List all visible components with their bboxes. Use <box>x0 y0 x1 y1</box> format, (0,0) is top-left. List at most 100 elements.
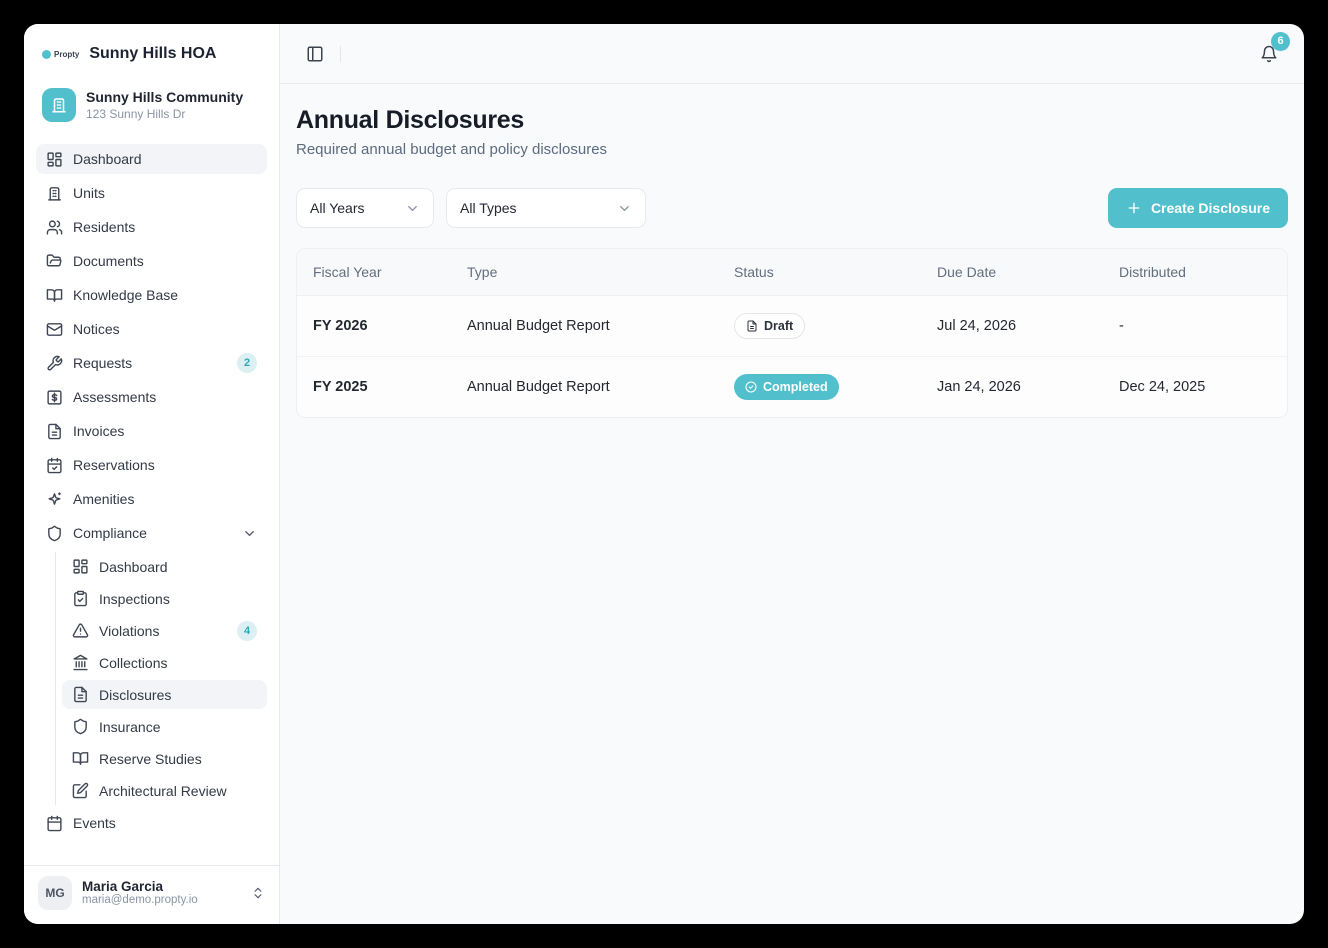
file-text-icon <box>46 423 63 440</box>
column-header-fiscal-year: Fiscal Year <box>297 249 451 296</box>
sidebar-item-residents[interactable]: Residents <box>36 212 267 242</box>
clipboard-check-icon <box>72 590 89 607</box>
sidebar-subitem-insurance[interactable]: Insurance <box>62 712 267 741</box>
dashboard-grid-icon <box>46 151 63 168</box>
count-badge: 4 <box>237 621 257 641</box>
sidebar-toggle-button[interactable] <box>302 41 328 67</box>
sidebar-subnav-compliance: Dashboard Inspections Violations4 Collectio… <box>55 552 267 805</box>
sidebar-item-label: Units <box>73 185 257 201</box>
cell-status: Draft <box>718 296 921 357</box>
year-filter-select[interactable]: All Years <box>296 188 434 228</box>
cell-due-date: Jan 24, 2026 <box>921 357 1103 418</box>
sidebar-item-compliance[interactable]: Compliance <box>36 518 267 548</box>
notifications-button[interactable]: 6 <box>1256 41 1282 67</box>
warning-triangle-icon <box>72 622 89 639</box>
mail-icon <box>46 321 63 338</box>
column-header-due-date: Due Date <box>921 249 1103 296</box>
sidebar-item-label: Collections <box>99 655 257 671</box>
sidebar-subitem-architectural-review[interactable]: Architectural Review <box>62 776 267 805</box>
status-badge: Completed <box>734 374 839 400</box>
sidebar-item-label: Events <box>73 815 257 831</box>
user-name: Maria Garcia <box>82 879 241 895</box>
sidebar-subitem-violations[interactable]: Violations4 <box>62 616 267 645</box>
sidebar-item-label: Architectural Review <box>99 783 257 799</box>
plus-icon <box>1126 200 1142 216</box>
file-text-icon <box>72 686 89 703</box>
building-icon <box>46 185 63 202</box>
user-menu[interactable]: MG Maria Garcia maria@demo.propty.io <box>24 865 279 912</box>
page-subtitle: Required annual budget and policy disclo… <box>296 141 1288 158</box>
book-open-icon <box>46 287 63 304</box>
sidebar-item-amenities[interactable]: Amenities <box>36 484 267 514</box>
sidebar-item-dashboard[interactable]: Dashboard <box>36 144 267 174</box>
create-disclosure-label: Create Disclosure <box>1151 200 1270 216</box>
brand-name: Propty <box>54 50 79 59</box>
building-icon <box>42 88 76 122</box>
sidebar-subitem-disclosures[interactable]: Disclosures <box>62 680 267 709</box>
sidebar-item-knowledge-base[interactable]: Knowledge Base <box>36 280 267 310</box>
type-filter-select[interactable]: All Types <box>446 188 646 228</box>
cell-due-date: Jul 24, 2026 <box>921 296 1103 357</box>
disclosures-table: Fiscal YearTypeStatusDue DateDistributed… <box>296 248 1288 418</box>
calendar-icon <box>46 815 63 832</box>
community-switcher[interactable]: Sunny Hills Community 123 Sunny Hills Dr <box>36 86 267 124</box>
cell-distributed: Dec 24, 2025 <box>1103 357 1287 418</box>
sidebar-nav: Dashboard Units Residents Documents Knowledg… <box>36 144 267 861</box>
community-name: Sunny Hills Community <box>86 89 243 105</box>
main: 6 Annual Disclosures Required annual bud… <box>280 24 1304 924</box>
propty-logo-dot-icon <box>42 50 51 59</box>
sidebar-item-label: Amenities <box>73 491 257 507</box>
sparkles-icon <box>46 491 63 508</box>
dollar-square-icon <box>46 389 63 406</box>
sidebar-subitem-inspections[interactable]: Inspections <box>62 584 267 613</box>
status-label: Completed <box>763 380 828 394</box>
sidebar-item-reservations[interactable]: Reservations <box>36 450 267 480</box>
sidebar: Propty Sunny Hills HOA Sunny Hills Commu… <box>24 24 280 924</box>
topbar: 6 <box>280 24 1304 84</box>
chevron-down-icon <box>617 201 632 216</box>
sidebar-subitem-dashboard[interactable]: Dashboard <box>62 552 267 581</box>
users-icon <box>46 219 63 236</box>
notification-count-badge: 6 <box>1271 32 1290 51</box>
cell-fiscal-year: FY 2026 <box>297 296 451 357</box>
sidebar-nav-list: Dashboard Units Residents Documents Knowledg… <box>36 144 267 838</box>
sidebar-item-label: Assessments <box>73 389 257 405</box>
page-content: Annual Disclosures Required annual budge… <box>280 84 1304 924</box>
sidebar-item-label: Requests <box>73 355 227 371</box>
status-label: Draft <box>764 319 793 333</box>
filter-toolbar: All Years All Types Create Dis <box>296 188 1288 228</box>
create-disclosure-button[interactable]: Create Disclosure <box>1108 188 1288 228</box>
propty-logo-icon: Propty <box>42 50 79 59</box>
sidebar-item-documents[interactable]: Documents <box>36 246 267 276</box>
landmark-icon <box>72 654 89 671</box>
type-filter-value: All Types <box>460 200 517 216</box>
table-row[interactable]: FY 2025Annual Budget ReportCompletedJan … <box>297 357 1287 418</box>
column-header-type: Type <box>451 249 718 296</box>
app-window: Propty Sunny Hills HOA Sunny Hills Commu… <box>24 24 1304 924</box>
table-row[interactable]: FY 2026Annual Budget ReportDraftJul 24, … <box>297 296 1287 357</box>
wrench-icon <box>46 355 63 372</box>
sidebar-item-notices[interactable]: Notices <box>36 314 267 344</box>
sidebar-subitem-collections[interactable]: Collections <box>62 648 267 677</box>
sidebar-item-events[interactable]: Events <box>36 808 267 838</box>
sidebar-item-requests[interactable]: Requests2 <box>36 348 267 378</box>
sidebar-item-label: Dashboard <box>73 151 257 167</box>
sidebar-item-units[interactable]: Units <box>36 178 267 208</box>
column-header-status: Status <box>718 249 921 296</box>
sidebar-item-label: Reserve Studies <box>99 751 257 767</box>
sidebar-subitem-reserve-studies[interactable]: Reserve Studies <box>62 744 267 773</box>
cell-distributed: - <box>1103 296 1287 357</box>
sidebar-item-invoices[interactable]: Invoices <box>36 416 267 446</box>
app-title: Sunny Hills HOA <box>89 45 216 63</box>
topbar-divider <box>340 46 341 62</box>
sidebar-item-label: Reservations <box>73 457 257 473</box>
dashboard-grid-icon <box>72 558 89 575</box>
page-title: Annual Disclosures <box>296 106 1288 135</box>
sidebar-item-label: Compliance <box>73 525 232 541</box>
sidebar-item-assessments[interactable]: Assessments <box>36 382 267 412</box>
calendar-check-icon <box>46 457 63 474</box>
sidebar-item-label: Invoices <box>73 423 257 439</box>
column-header-distributed: Distributed <box>1103 249 1287 296</box>
sidebar-item-label: Inspections <box>99 591 257 607</box>
sidebar-item-label: Dashboard <box>99 559 257 575</box>
